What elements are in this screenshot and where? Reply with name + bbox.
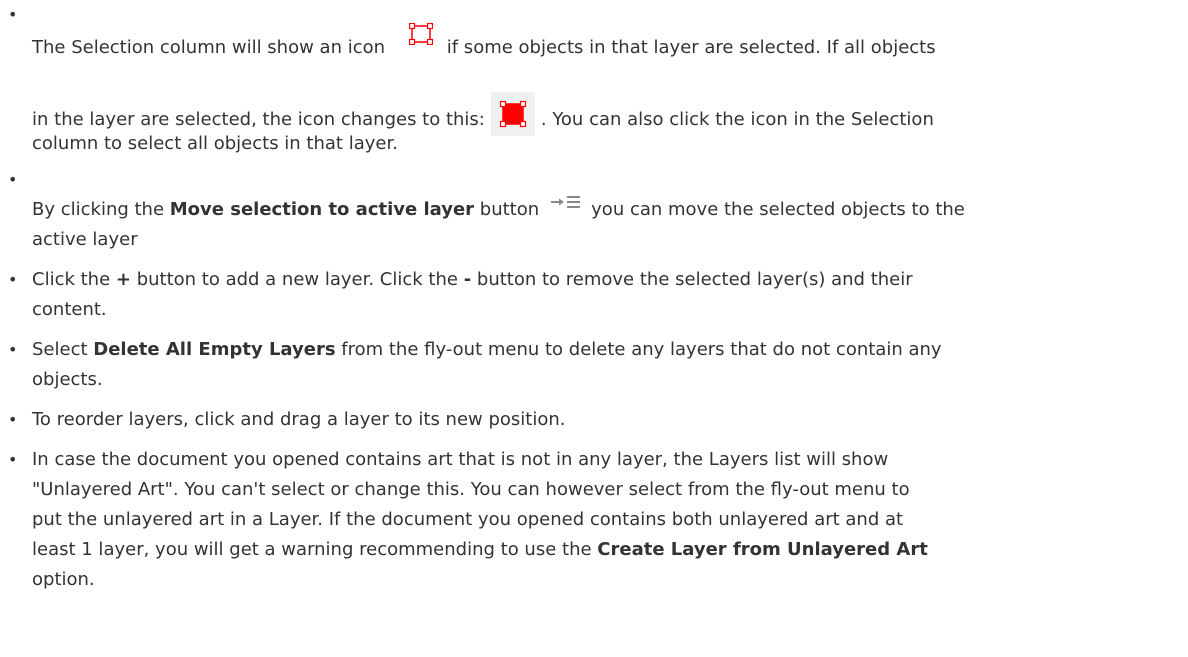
- paragraph-line: put the unlayered art in a Layer. If the…: [32, 509, 904, 530]
- paragraph-line: To reorder layers, click and drag a laye…: [32, 409, 566, 430]
- bullet: •: [8, 340, 18, 359]
- paragraph-line: objects.: [32, 369, 103, 390]
- selection-outline-icon: [408, 22, 433, 46]
- help-document: • The Selection column will show an icon…: [0, 0, 1188, 657]
- bullet: •: [8, 450, 18, 469]
- bullet: •: [8, 270, 18, 289]
- bullet: •: [8, 170, 18, 189]
- paragraph-line: "Unlayered Art". You can't select or cha…: [32, 479, 910, 500]
- bullet: •: [8, 5, 18, 24]
- paragraph-line: column to select all objects in that lay…: [32, 133, 398, 154]
- paragraph-line: The Selection column will show an icon i…: [32, 22, 1182, 63]
- paragraph-line: least 1 layer, you will get a warning re…: [32, 539, 928, 560]
- paragraph-line: active layer: [32, 229, 138, 250]
- move-selection-to-layer-icon[interactable]: [551, 192, 581, 208]
- paragraph-line: Select Delete All Empty Layers from the …: [32, 339, 942, 360]
- paragraph-line: Click the + button to add a new layer. C…: [32, 269, 913, 290]
- paragraph-line: option.: [32, 569, 95, 590]
- paragraph-line: content.: [32, 299, 107, 320]
- bullet: •: [8, 410, 18, 429]
- paragraph-line: By clicking the Move selection to active…: [32, 195, 1182, 225]
- paragraph-line: In case the document you opened contains…: [32, 449, 889, 470]
